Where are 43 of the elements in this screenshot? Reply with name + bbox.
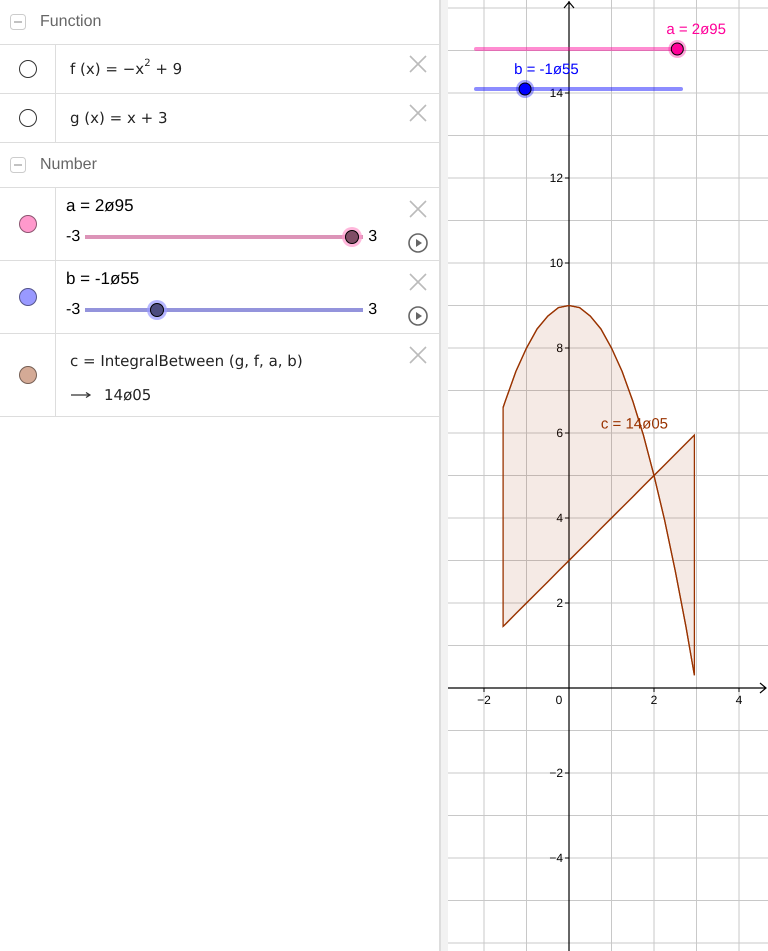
collapse-icon[interactable] xyxy=(10,157,26,173)
tick-label: −4 xyxy=(549,851,563,865)
tick-label: 14 xyxy=(550,86,563,100)
line-series xyxy=(502,304,696,676)
play-icon[interactable] xyxy=(408,233,428,253)
slider-min: -3 xyxy=(66,301,80,319)
slider-min: -3 xyxy=(66,228,80,246)
tick-label: 6 xyxy=(556,426,563,440)
visibility-dot[interactable] xyxy=(18,366,36,384)
function-definition[interactable]: g (x) = x + 3 xyxy=(70,107,397,129)
function-definition[interactable]: f (x) = −x$^{2}$ + 9 xyxy=(70,58,397,80)
slider-thumb[interactable] xyxy=(150,303,164,317)
visibility-dot[interactable] xyxy=(18,215,36,233)
tick-label: 2 xyxy=(556,596,563,610)
computed-value: 14ø05 xyxy=(104,386,152,404)
slider-max: 3 xyxy=(368,301,378,319)
slider-thumb[interactable] xyxy=(516,80,534,98)
slider[interactable] xyxy=(474,80,683,98)
origin-label: 0 xyxy=(556,693,562,707)
visibility-dot[interactable] xyxy=(18,60,36,78)
slider-label: a = 2ø95 xyxy=(666,21,726,38)
tick-label: 2 xyxy=(650,693,658,707)
arrow-icon xyxy=(70,391,92,399)
collapse-icon[interactable] xyxy=(10,14,26,30)
group-title: Function xyxy=(40,13,102,31)
integral-definition[interactable]: c = IntegralBetween (g, f, a, b) xyxy=(70,350,397,372)
group-title: Number xyxy=(40,156,97,174)
tick-label: 12 xyxy=(550,171,563,185)
slider-thumb[interactable] xyxy=(345,230,360,244)
tick-label: −2 xyxy=(477,693,491,707)
tick-label: 8 xyxy=(556,341,563,355)
tick-label: 4 xyxy=(556,511,563,525)
slider-thumb[interactable] xyxy=(668,40,686,58)
visibility-dot[interactable] xyxy=(18,109,36,127)
tick-label: −2 xyxy=(549,766,563,780)
tick-label: 10 xyxy=(550,256,563,270)
slider-max: 3 xyxy=(368,228,378,246)
slider-value-label[interactable]: b = -1ø55 xyxy=(66,268,397,290)
play-icon[interactable] xyxy=(408,306,428,326)
slider-value-label[interactable]: a = 2ø95 xyxy=(66,195,397,217)
tick-label: 4 xyxy=(736,693,742,707)
slider[interactable] xyxy=(474,40,686,58)
visibility-dot[interactable] xyxy=(18,288,36,306)
